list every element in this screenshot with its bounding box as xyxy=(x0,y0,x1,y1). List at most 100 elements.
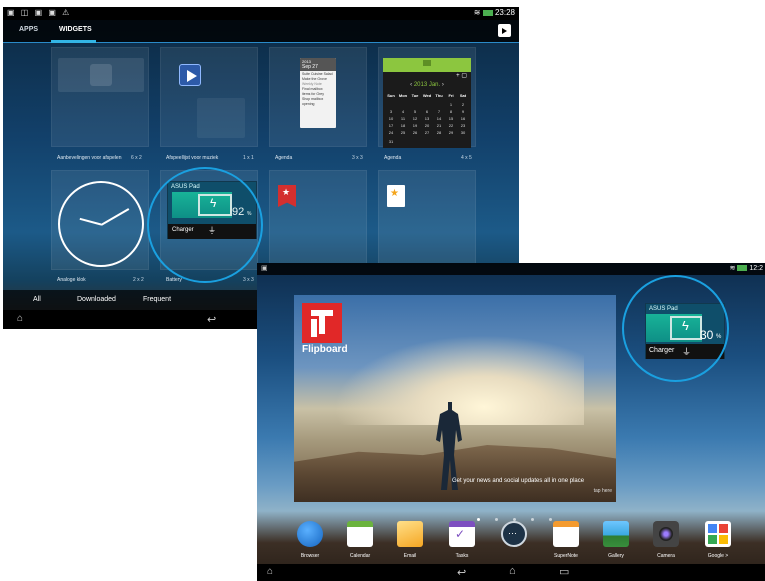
calendar-day[interactable] xyxy=(421,99,433,106)
calendar-day[interactable] xyxy=(409,99,421,106)
calendar-day[interactable] xyxy=(397,136,409,143)
calendar-day[interactable]: 22 xyxy=(445,122,457,129)
calendar-day[interactable] xyxy=(433,99,445,106)
calendar-day[interactable]: 9 xyxy=(457,108,469,115)
flipboard-widget[interactable]: Flipboard Get your news and social updat… xyxy=(294,295,616,502)
calendar-day[interactable]: 30 xyxy=(457,129,469,136)
browser-icon[interactable] xyxy=(297,521,323,547)
calendar-day[interactable]: 18 xyxy=(397,122,409,129)
back-icon[interactable]: ↩ xyxy=(207,313,216,326)
calendar-day[interactable]: 11 xyxy=(397,115,409,122)
app-dock: Browser Calendar Email ✓ Tasks ⋯ SuperNo… xyxy=(257,521,765,566)
nav-bar: ⌂ ↩ ⌂ ▭ xyxy=(257,564,765,581)
calendar-header-bar xyxy=(383,58,471,72)
widget-size: 4 x 5 xyxy=(461,155,472,161)
calendar-day[interactable]: 23 xyxy=(457,122,469,129)
widget-bookmark[interactable]: ★ xyxy=(269,170,367,270)
back-icon[interactable]: ↩ xyxy=(457,566,466,579)
google-folder-icon[interactable] xyxy=(705,521,731,547)
app-label: Tasks xyxy=(455,553,469,559)
tab-widgets[interactable]: WIDGETS xyxy=(59,26,92,33)
app-label: Camera xyxy=(657,553,675,559)
widget-label: Battery xyxy=(166,277,182,283)
supernote-icon[interactable] xyxy=(553,521,579,547)
weekday-label: Sat xyxy=(459,93,467,98)
calendar-day[interactable]: 4 xyxy=(397,108,409,115)
gallery-icon[interactable] xyxy=(603,521,629,547)
filter-all[interactable]: All xyxy=(33,296,41,303)
clock-hour-hand xyxy=(79,218,102,226)
battery-icon xyxy=(737,265,748,272)
calendar-day[interactable]: 20 xyxy=(421,122,433,129)
status-bar: ▣ ≋ 12:2 xyxy=(257,263,765,275)
calendar-day[interactable]: 12 xyxy=(409,115,421,122)
hide-nav-icon[interactable]: ⌂ xyxy=(17,313,23,324)
calendar-day[interactable] xyxy=(385,99,397,106)
home-icon[interactable]: ⌂ xyxy=(509,565,516,577)
calendar-day[interactable] xyxy=(457,136,469,143)
tasks-icon[interactable]: ✓ xyxy=(449,521,475,547)
filter-frequent[interactable]: Frequent xyxy=(143,296,171,303)
calendar-day[interactable]: 7 xyxy=(433,108,445,115)
calendar-day[interactable]: 24 xyxy=(385,129,397,136)
flipboard-name: Flipboard xyxy=(302,344,348,355)
widget-analog-clock[interactable] xyxy=(51,170,149,270)
calendar-day[interactable] xyxy=(445,136,457,143)
agenda-list-preview: 2013 Sep 27 Suite Cuisine Salad Make the … xyxy=(300,58,336,128)
widget-size: 1 x 1 xyxy=(243,155,254,161)
weekday-label: Mon xyxy=(398,93,408,98)
filter-downloaded[interactable]: Downloaded xyxy=(77,296,116,303)
flipboard-tap-hint[interactable]: tap here xyxy=(594,488,612,494)
calendar-day[interactable]: 6 xyxy=(421,108,433,115)
calendar-day[interactable]: 15 xyxy=(445,115,457,122)
email-icon[interactable] xyxy=(397,521,423,547)
widget-notes[interactable]: ★ xyxy=(378,170,476,270)
calendar-day[interactable] xyxy=(397,99,409,106)
widget-label: Agenda xyxy=(384,155,402,161)
hide-nav-icon[interactable]: ⌂ xyxy=(267,566,273,577)
calendar-day[interactable]: 13 xyxy=(421,115,433,122)
calendar-day[interactable]: 2 xyxy=(457,101,469,108)
calendar-day[interactable]: 19 xyxy=(409,122,421,129)
calendar-day[interactable]: 21 xyxy=(433,122,445,129)
calendar-grid: Sun Mon Tue Wed Thu Fri Sat 1 2 3 4 5 6 7 8 9 10 11 12 13 14… xyxy=(385,92,469,145)
calendar-day[interactable]: 28 xyxy=(433,129,445,136)
all-apps-icon[interactable]: ⋯ xyxy=(501,521,527,547)
calendar-day[interactable] xyxy=(433,136,445,143)
widget-label: Afspeellijst voor muziek xyxy=(166,155,219,161)
calendar-day[interactable]: 16 xyxy=(457,115,469,122)
notification-icon: ▣ xyxy=(261,265,268,272)
app-label: Gallery xyxy=(608,553,624,559)
widget-agenda-small[interactable]: 2013 Sep 27 Suite Cuisine Salad Make the … xyxy=(269,47,367,147)
calendar-day[interactable]: 14 xyxy=(433,115,445,122)
highlight-circle xyxy=(147,167,263,283)
calendar-day[interactable]: 29 xyxy=(445,129,457,136)
calendar-day[interactable]: 3 xyxy=(385,108,397,115)
calendar-day[interactable]: 25 xyxy=(397,129,409,136)
flipboard-logo-icon xyxy=(302,303,342,343)
calendar-day[interactable]: 26 xyxy=(409,129,421,136)
calendar-day[interactable] xyxy=(421,136,433,143)
calendar-day[interactable]: 1 xyxy=(445,101,457,108)
tab-underline xyxy=(51,40,96,43)
calendar-day[interactable]: 27 xyxy=(421,129,433,136)
weekday-label: Tue xyxy=(411,93,419,98)
calendar-day[interactable]: 5 xyxy=(409,108,421,115)
play-store-icon[interactable] xyxy=(498,24,511,37)
calendar-day[interactable]: 31 xyxy=(385,138,397,145)
drawer-tabs: APPS WIDGETS xyxy=(3,20,519,43)
camera-icon[interactable] xyxy=(653,521,679,547)
calendar-day[interactable]: 10 xyxy=(385,115,397,122)
widget-music-playlist[interactable] xyxy=(160,47,258,147)
calendar-icon[interactable] xyxy=(347,521,373,547)
add-event-icon: + ▢ xyxy=(456,73,467,79)
widget-recommendations[interactable] xyxy=(51,47,149,147)
calendar-day[interactable]: 8 xyxy=(445,108,457,115)
widget-size: 3 x 3 xyxy=(352,155,363,161)
calendar-day[interactable]: 17 xyxy=(385,122,397,129)
recent-apps-icon[interactable]: ▭ xyxy=(559,565,569,578)
tab-apps[interactable]: APPS xyxy=(19,26,38,33)
calendar-day[interactable] xyxy=(409,136,421,143)
widget-agenda-month[interactable]: + ▢ ‹ 2013 Jan. › Sun Mon Tue Wed Thu Fri Sat 1… xyxy=(378,47,476,148)
notification-icons: ▣ ◫ ▣ ▣ ⚠ xyxy=(7,8,72,17)
